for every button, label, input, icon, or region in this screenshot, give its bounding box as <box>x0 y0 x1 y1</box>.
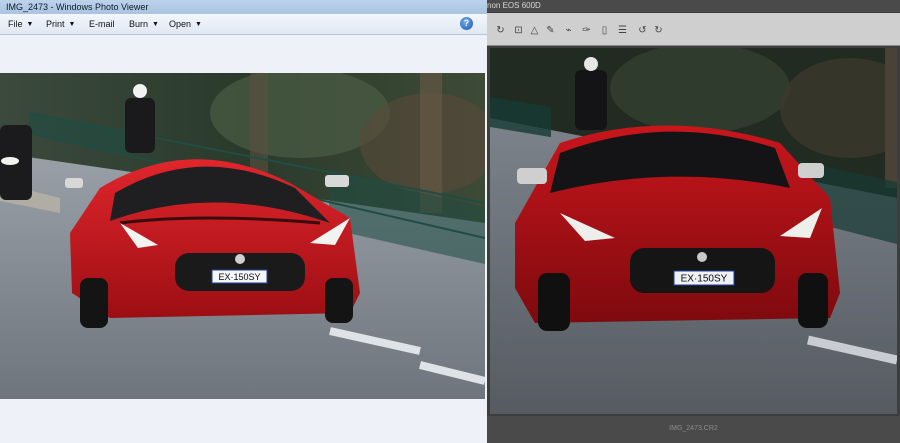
canon-status-bar: IMG_2473.CR2 <box>487 416 900 443</box>
menu-file-label: File <box>8 19 23 29</box>
chevron-down-icon: ▼ <box>152 21 159 28</box>
menu-print-label: Print <box>46 19 65 29</box>
license-plate-text: EX·150SY <box>681 274 728 285</box>
front-tire <box>80 278 108 328</box>
side-mirror <box>325 175 349 187</box>
side-mirror <box>798 163 824 178</box>
canon-toolbar: ↻ ⊡ △ ✎ ⌁ ✑ ▯ ☰ ↺ ↻ <box>487 13 900 46</box>
menu-burn-label: Burn <box>129 19 149 29</box>
front-tire <box>538 273 570 331</box>
eyedropper-icon[interactable]: ✑ <box>581 25 592 36</box>
menu-file[interactable]: File ▼ <box>8 14 33 34</box>
canon-photo-display: EX·150SY <box>490 48 897 414</box>
photo-viewer-titlebar: IMG_2473 - Windows Photo Viewer <box>0 0 487 14</box>
canon-editor-window: non EOS 600D ↻ ⊡ △ ✎ ⌁ ✑ ▯ ☰ ↺ ↻ EX·150S… <box>487 0 900 443</box>
chevron-down-icon: ▼ <box>68 21 76 28</box>
rotate-left-icon[interactable]: ↺ <box>637 25 648 36</box>
dust-delete-icon[interactable]: △ <box>529 25 540 36</box>
rotate-icon[interactable]: ↻ <box>495 25 506 36</box>
menu-email-label: E-mail <box>89 19 115 29</box>
menu-open[interactable]: Open ▼ <box>169 14 202 34</box>
rotate-right-icon[interactable]: ↻ <box>653 25 664 36</box>
filename-label: IMG_2473.CR2 <box>669 425 718 432</box>
front-tire <box>325 278 353 323</box>
list-icon[interactable]: ☰ <box>617 25 628 36</box>
menu-bar: File ▼ Print ▼ E-mail Burn ▼ Open ▼ ? <box>0 14 487 35</box>
canon-titlebar: non EOS 600D <box>487 0 900 12</box>
badge <box>697 252 707 262</box>
brush-icon[interactable]: ⌁ <box>563 25 574 36</box>
side-mirror <box>517 168 547 184</box>
photo-viewer-window: IMG_2473 - Windows Photo Viewer File ▼ Pr… <box>0 0 487 443</box>
helmet <box>133 84 147 98</box>
canon-window-title: non EOS 600D <box>487 1 541 10</box>
viewer-bottom-bar <box>0 399 487 443</box>
stamp-icon[interactable]: ✎ <box>545 25 556 36</box>
window-title: IMG_2473 - Windows Photo Viewer <box>6 2 149 12</box>
badge <box>235 254 245 264</box>
crop-icon[interactable]: ⊡ <box>513 25 524 36</box>
menu-open-label: Open <box>169 19 192 29</box>
chevron-down-icon: ▼ <box>195 21 202 28</box>
license-plate-text: EX·150SY <box>218 272 260 282</box>
menu-email[interactable]: E-mail <box>89 14 115 34</box>
police-officer <box>575 70 607 130</box>
menu-print[interactable]: Print ▼ <box>46 14 75 34</box>
helmet <box>584 57 598 71</box>
police-officer <box>125 98 155 153</box>
chevron-down-icon: ▼ <box>26 21 34 28</box>
help-icon[interactable]: ? <box>460 17 473 30</box>
car-photo: EX·150SY <box>490 48 897 414</box>
copy-icon[interactable]: ▯ <box>599 25 610 36</box>
side-mirror <box>65 178 83 188</box>
photo-display: EX·150SY <box>0 73 485 399</box>
headlight <box>1 157 19 165</box>
car-photo: EX·150SY <box>0 73 485 399</box>
front-tire <box>798 273 828 328</box>
menu-burn[interactable]: Burn ▼ <box>129 14 159 34</box>
